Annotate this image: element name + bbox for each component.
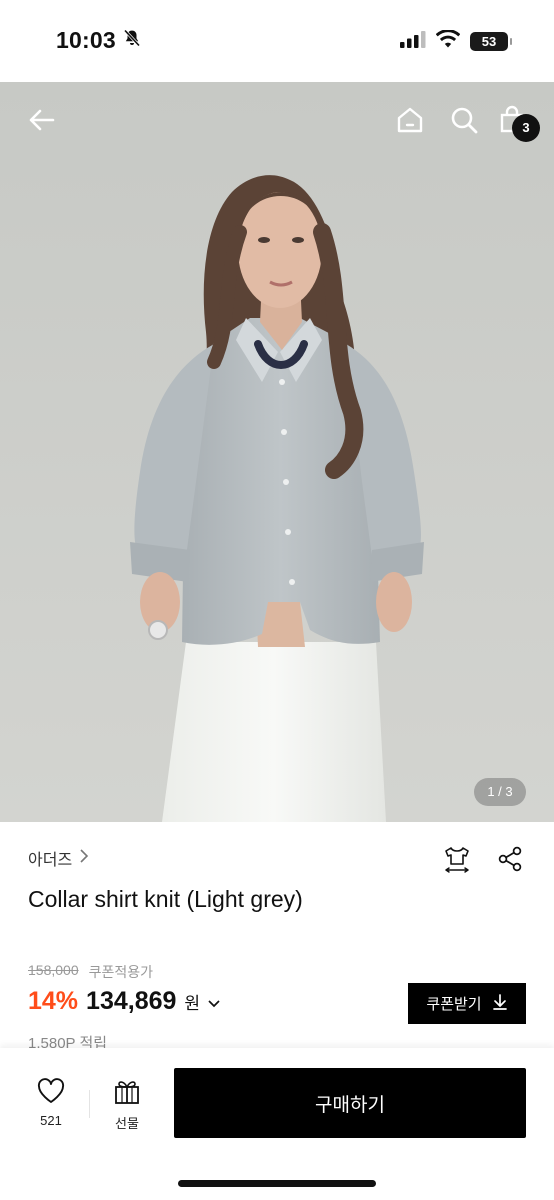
size-guide-icon[interactable]: [442, 845, 472, 875]
coupon-price-note: 쿠폰적용가: [88, 964, 154, 980]
coupon-button-label: 쿠폰받기: [426, 996, 482, 1013]
share-icon[interactable]: [496, 845, 524, 875]
brand-name: 아더즈: [28, 852, 73, 869]
price-detail-toggle[interactable]: 14% 134,869 원: [28, 987, 220, 1016]
search-icon[interactable]: [444, 100, 484, 140]
back-arrow-icon[interactable]: [22, 100, 62, 140]
download-icon: [492, 993, 508, 1014]
like-button[interactable]: 521: [28, 1078, 74, 1128]
image-page-indicator: 1 / 3: [474, 778, 526, 806]
clock: 10:03: [56, 27, 116, 53]
like-count: 521: [40, 1113, 62, 1128]
status-bar: 10:03 53: [0, 0, 554, 82]
buy-button[interactable]: 구매하기: [174, 1068, 526, 1138]
discount-rate: 14%: [28, 987, 79, 1015]
heart-icon: [37, 1078, 65, 1108]
chevron-right-icon: [78, 848, 90, 868]
sale-price: 134,869: [86, 987, 177, 1015]
product-title: Collar shirt knit (Light grey): [28, 886, 303, 912]
brand-link[interactable]: 아더즈: [28, 846, 90, 870]
home-indicator: [178, 1180, 376, 1187]
home-icon[interactable]: [390, 100, 430, 140]
status-icons: 53: [400, 29, 512, 53]
gift-icon: [113, 1081, 141, 1108]
chevron-down-icon: [208, 996, 220, 1014]
model-photo: [0, 82, 554, 822]
currency-unit: 원: [184, 994, 201, 1013]
gift-button[interactable]: 선물: [104, 1078, 150, 1132]
original-price-row: 158,000 쿠폰적용가: [28, 962, 153, 982]
wifi-icon: [435, 29, 461, 53]
bell-slash-icon: [122, 27, 142, 54]
product-image[interactable]: [0, 82, 554, 822]
get-coupon-button[interactable]: 쿠폰받기: [408, 983, 526, 1024]
cart-count-badge: 3: [512, 114, 540, 142]
gift-label: 선물: [115, 1116, 139, 1131]
bottom-action-bar: 521 선물 구매하기: [0, 1048, 554, 1200]
original-price: 158,000: [28, 962, 79, 978]
cellular-icon: [400, 30, 426, 53]
battery-icon: 53: [470, 32, 512, 51]
product-tools: [442, 845, 524, 875]
divider: [89, 1090, 90, 1118]
status-time: 10:03: [56, 27, 142, 54]
